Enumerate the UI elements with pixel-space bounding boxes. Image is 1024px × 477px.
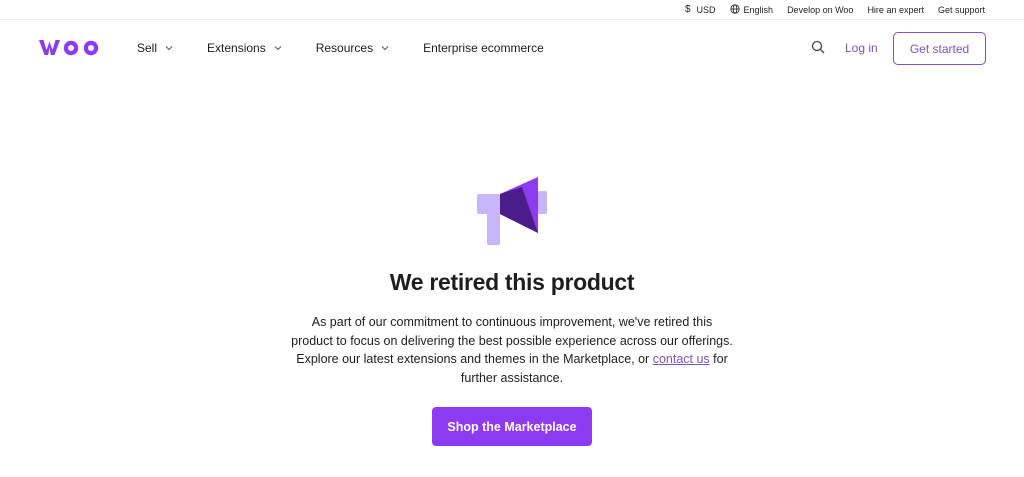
nav-sell-label: Sell: [137, 41, 158, 55]
nav-sell[interactable]: Sell: [137, 41, 173, 55]
nav-extensions-label: Extensions: [207, 41, 266, 55]
nav-resources-label: Resources: [315, 41, 374, 55]
dollar-icon: $: [684, 4, 691, 15]
chevron-down-icon: [165, 46, 173, 51]
nav-enterprise[interactable]: Enterprise ecommerce: [423, 41, 544, 55]
chevron-down-icon: [381, 46, 389, 51]
message-line: Explore our latest extensions and themes…: [262, 350, 762, 369]
chevron-down-icon: [274, 46, 282, 51]
language-label: English: [743, 4, 774, 15]
woo-logo[interactable]: [38, 37, 104, 57]
main-nav: Sell Extensions Resources Enterprise eco…: [0, 21, 1024, 75]
develop-link[interactable]: Develop on Woo: [787, 5, 853, 15]
currency-selector[interactable]: $ USD: [685, 4, 716, 15]
nav-resources[interactable]: Resources: [316, 41, 389, 55]
nav-links: Sell Extensions Resources Enterprise eco…: [137, 21, 544, 75]
message-text: for: [709, 352, 728, 367]
language-selector[interactable]: English: [729, 3, 774, 16]
retirement-message: As part of our commitment to continuous …: [262, 313, 762, 387]
search-icon[interactable]: [811, 40, 825, 54]
utility-bar: $ USD English Develop on Woo Hire an exp…: [0, 0, 1024, 20]
nav-enterprise-label: Enterprise ecommerce: [423, 41, 544, 55]
message-line: product to focus on delivering the best …: [291, 333, 733, 348]
hire-expert-link[interactable]: Hire an expert: [867, 5, 924, 15]
message-line: As part of our commitment to continuous …: [311, 315, 713, 329]
megaphone-icon: [475, 175, 549, 247]
message-line: further assistance.: [460, 370, 564, 385]
message-text: Explore our latest extensions and themes…: [296, 352, 653, 367]
currency-label: USD: [696, 4, 716, 15]
globe-icon: [729, 3, 740, 16]
shop-marketplace-button[interactable]: Shop the Marketplace: [432, 407, 592, 446]
get-started-button[interactable]: Get started: [893, 32, 986, 65]
nav-extensions[interactable]: Extensions: [207, 41, 282, 55]
contact-us-link[interactable]: contact us: [653, 352, 710, 366]
page-title: We retired this product: [389, 269, 635, 295]
get-support-link[interactable]: Get support: [938, 5, 985, 15]
login-link[interactable]: Log in: [845, 41, 878, 55]
